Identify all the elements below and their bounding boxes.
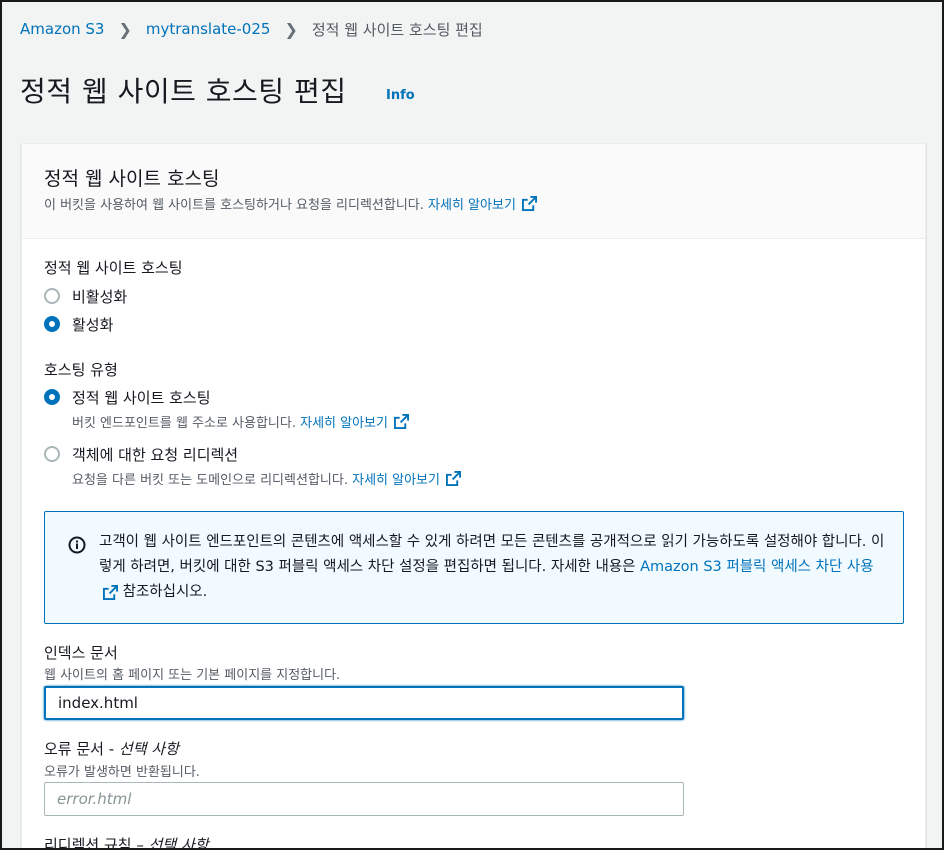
panel-header: 정적 웹 사이트 호스팅 이 버킷을 사용하여 웹 사이트를 호스팅하거나 요청… bbox=[22, 144, 925, 239]
redirect-rules-label: 리디렉션 규칙 – 선택 사항 bbox=[44, 834, 209, 850]
optional-tag: 선택 사항 bbox=[118, 740, 179, 758]
radio-desc-text: 요청을 다른 버킷 또는 도메인으로 리디렉션합니다. bbox=[72, 473, 348, 488]
page-frame: Amazon S3 ❯ mytranslate-025 ❯ 정적 웹 사이트 호… bbox=[0, 0, 944, 850]
radio-static-hosting[interactable]: 정적 웹 사이트 호스팅 버킷 엔드포인트를 웹 주소로 사용합니다. 자세히 … bbox=[44, 387, 409, 431]
index-document-label: 인덱스 문서 bbox=[44, 644, 118, 662]
redirect-rules-label-text: 리디렉션 규칙 – bbox=[44, 836, 149, 850]
radio-button-enable[interactable] bbox=[44, 316, 60, 332]
radio-button-redirect[interactable] bbox=[44, 446, 60, 462]
breadcrumb-current: 정적 웹 사이트 호스팅 편집 bbox=[311, 20, 483, 39]
chevron-right-icon: ❯ bbox=[118, 19, 132, 39]
radio-disable[interactable]: 비활성화 bbox=[44, 286, 127, 307]
error-document-label: 오류 문서 - 선택 사항 bbox=[44, 738, 179, 759]
chevron-right-icon: ❯ bbox=[284, 19, 298, 39]
breadcrumb: Amazon S3 ❯ mytranslate-025 ❯ 정적 웹 사이트 호… bbox=[20, 18, 483, 40]
error-document-hint: 오류가 발생하면 반환됩니다. bbox=[44, 765, 200, 780]
info-link[interactable]: Info bbox=[386, 88, 415, 103]
alert-text: 고객이 웹 사이트 엔드포인트의 콘텐츠에 액세스할 수 있게 하려면 모든 콘… bbox=[99, 530, 889, 605]
panel-description: 이 버킷을 사용하여 웹 사이트를 호스팅하거나 요청을 리디렉션합니다. 자세… bbox=[44, 194, 537, 213]
info-alert: 고객이 웹 사이트 엔드포인트의 콘텐츠에 액세스할 수 있게 하려면 모든 콘… bbox=[44, 511, 904, 624]
radio-enable[interactable]: 활성화 bbox=[44, 314, 113, 335]
breadcrumb-item-s3[interactable]: Amazon S3 bbox=[20, 20, 104, 38]
panel-title: 정적 웹 사이트 호스팅 bbox=[44, 168, 220, 190]
radio-label-disable: 비활성화 bbox=[72, 288, 128, 306]
panel-description-text: 이 버킷을 사용하여 웹 사이트를 호스팅하거나 요청을 리디렉션합니다. bbox=[44, 198, 424, 213]
radio-desc-redirect: 요청을 다른 버킷 또는 도메인으로 리디렉션합니다. 자세히 알아보기 bbox=[72, 469, 461, 488]
index-document-hint: 웹 사이트의 홈 페이지 또는 기본 페이지를 지정합니다. bbox=[44, 668, 341, 683]
radio-label-enable: 활성화 bbox=[72, 316, 114, 334]
learn-more-link[interactable]: 자세히 알아보기 bbox=[352, 469, 440, 488]
radio-desc-static-hosting: 버킷 엔드포인트를 웹 주소로 사용합니다. 자세히 알아보기 bbox=[72, 412, 409, 431]
learn-more-link[interactable]: 자세히 알아보기 bbox=[300, 412, 388, 431]
error-document-label-text: 오류 문서 - bbox=[44, 740, 119, 758]
learn-more-link[interactable]: 자세히 알아보기 bbox=[428, 194, 516, 213]
radio-button-disable[interactable] bbox=[44, 288, 60, 304]
radio-label-redirect: 객체에 대한 요청 리디렉션 bbox=[72, 446, 239, 464]
static-hosting-panel: 정적 웹 사이트 호스팅 이 버킷을 사용하여 웹 사이트를 호스팅하거나 요청… bbox=[21, 143, 926, 850]
hosting-type-label: 호스팅 유형 bbox=[44, 361, 118, 379]
external-link-icon bbox=[521, 196, 537, 211]
error-document-input[interactable] bbox=[44, 782, 684, 816]
alert-text-end: 참조하십시오. bbox=[118, 584, 208, 600]
info-icon bbox=[68, 536, 86, 554]
radio-button-static-hosting[interactable] bbox=[44, 389, 60, 405]
radio-desc-text: 버킷 엔드포인트를 웹 주소로 사용합니다. bbox=[72, 416, 296, 431]
radio-label-static-hosting: 정적 웹 사이트 호스팅 bbox=[72, 389, 211, 407]
external-link-icon bbox=[103, 584, 118, 600]
block-public-access-link[interactable]: Amazon S3 퍼블릭 액세스 차단 사용 bbox=[640, 559, 873, 575]
external-link-icon bbox=[393, 414, 409, 429]
breadcrumb-item-bucket[interactable]: mytranslate-025 bbox=[146, 20, 271, 38]
page-title: 정적 웹 사이트 호스팅 편집 bbox=[20, 75, 347, 108]
external-link-icon bbox=[445, 471, 461, 486]
optional-tag: 선택 사항 bbox=[148, 836, 209, 850]
index-document-input[interactable] bbox=[44, 686, 684, 720]
hosting-label: 정적 웹 사이트 호스팅 bbox=[44, 259, 183, 277]
radio-redirect[interactable]: 객체에 대한 요청 리디렉션 요청을 다른 버킷 또는 도메인으로 리디렉션합니… bbox=[44, 444, 461, 488]
